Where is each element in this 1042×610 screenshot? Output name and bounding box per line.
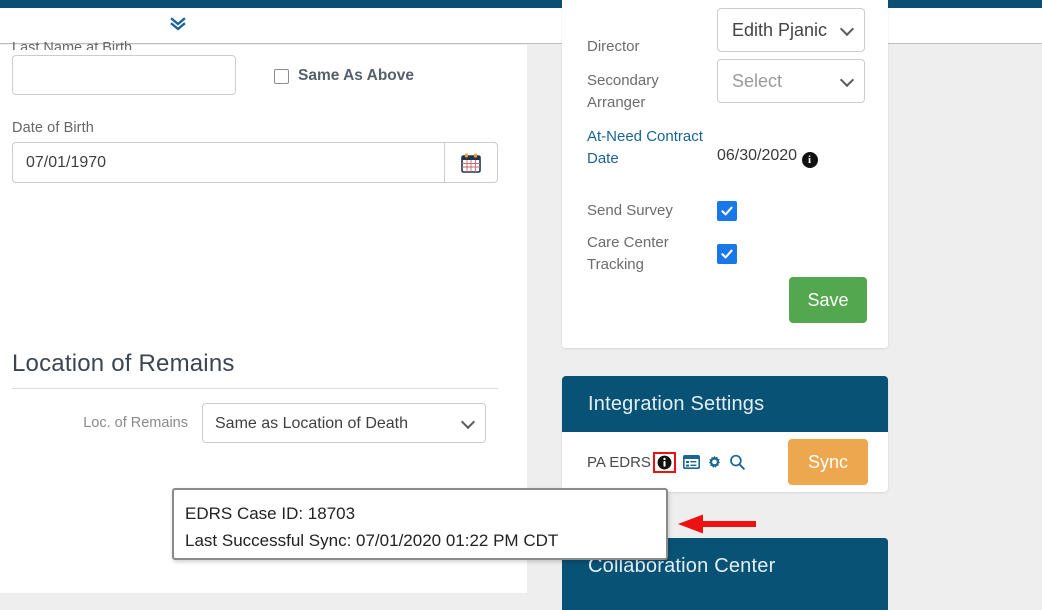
care-center-tracking-row: Care Center Tracking xyxy=(587,232,865,276)
gear-icon[interactable] xyxy=(707,455,722,470)
same-as-above-row: Same As Above xyxy=(274,67,414,85)
loc-of-remains-select-wrap: Same as Location of Death xyxy=(202,403,486,443)
at-need-contract-date-label[interactable]: At-Need Contract Date xyxy=(587,126,717,170)
last-name-at-birth-label: Last Name at Birth xyxy=(12,40,133,50)
chevron-double-down-icon[interactable] xyxy=(168,14,188,36)
secondary-arranger-select[interactable]: Select xyxy=(717,59,865,103)
send-survey-control xyxy=(717,201,865,222)
same-as-above-checkbox[interactable] xyxy=(274,68,289,84)
location-of-remains-heading: Location of Remains xyxy=(12,350,235,377)
send-survey-row: Send Survey xyxy=(587,200,865,222)
tooltip-last-sync: Last Successful Sync: 07/01/2020 01:22 P… xyxy=(185,531,559,550)
date-of-birth-label: Date of Birth xyxy=(12,120,94,136)
care-center-tracking-checkbox[interactable] xyxy=(717,244,737,264)
sync-button[interactable]: Sync xyxy=(788,439,868,485)
care-center-tracking-label: Care Center Tracking xyxy=(587,234,669,273)
at-need-contract-date-row: At-Need Contract Date 06/30/2020 i xyxy=(587,126,865,170)
info-icon[interactable]: i xyxy=(801,152,818,168)
send-survey-label: Send Survey xyxy=(587,202,673,219)
director-row: Director Edith Pjanic xyxy=(587,8,865,58)
last-name-at-birth-input[interactable] xyxy=(12,55,236,95)
date-of-birth-input[interactable] xyxy=(12,142,444,183)
director-select-wrap: Edith Pjanic xyxy=(717,8,865,52)
edrs-icon-group xyxy=(652,451,745,473)
loc-of-remains-select[interactable]: Same as Location of Death xyxy=(202,403,486,443)
at-need-contract-date-value: 06/30/2020 xyxy=(717,147,798,164)
loc-of-remains-label: Loc. of Remains xyxy=(83,415,188,431)
integration-settings-title: Integration Settings xyxy=(562,376,888,432)
secondary-arranger-label: Secondary Arranger xyxy=(587,72,659,111)
director-label: Director xyxy=(587,38,640,55)
date-of-birth-group xyxy=(12,142,498,183)
window-list-icon[interactable] xyxy=(682,455,700,469)
edrs-info-tooltip: EDRS Case ID: 18703 Last Successful Sync… xyxy=(172,488,668,560)
edrs-provider-name: PA EDRS xyxy=(587,453,651,471)
arrow-left-icon xyxy=(678,514,756,534)
secondary-arranger-select-wrap: Select xyxy=(717,59,865,103)
tooltip-case-id: EDRS Case ID: 18703 xyxy=(185,504,356,523)
director-select[interactable]: Edith Pjanic xyxy=(717,8,865,52)
integration-settings-body: PA EDRS Sync xyxy=(562,432,888,492)
send-survey-checkbox[interactable] xyxy=(717,201,737,221)
loc-of-remains-row: Loc. of Remains Same as Location of Deat… xyxy=(12,403,498,443)
edrs-info-icon[interactable] xyxy=(652,451,676,473)
at-need-contract-date-value-wrap: 06/30/2020 i xyxy=(717,147,865,168)
search-icon[interactable] xyxy=(729,454,745,470)
save-button[interactable]: Save xyxy=(789,277,867,323)
section-divider xyxy=(12,388,498,389)
same-as-above-label: Same As Above xyxy=(298,67,415,84)
integration-settings-panel: Integration Settings PA EDRS Sync xyxy=(562,376,888,492)
calendar-icon[interactable] xyxy=(444,142,498,183)
care-center-tracking-control xyxy=(717,244,865,265)
secondary-arranger-row: Secondary Arranger Select xyxy=(587,59,865,114)
